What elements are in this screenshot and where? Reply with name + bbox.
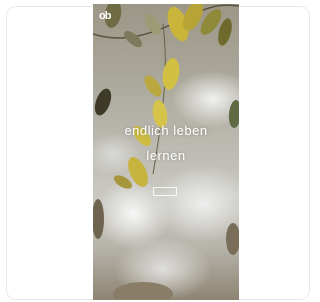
headline-line-2: lernen — [146, 148, 186, 163]
cta-button[interactable] — [153, 187, 177, 196]
headline-line-1: endlich leben — [124, 123, 208, 138]
brand-logo[interactable]: ob — [99, 10, 111, 22]
phone-preview: ob endlich leben lernen — [93, 4, 239, 300]
